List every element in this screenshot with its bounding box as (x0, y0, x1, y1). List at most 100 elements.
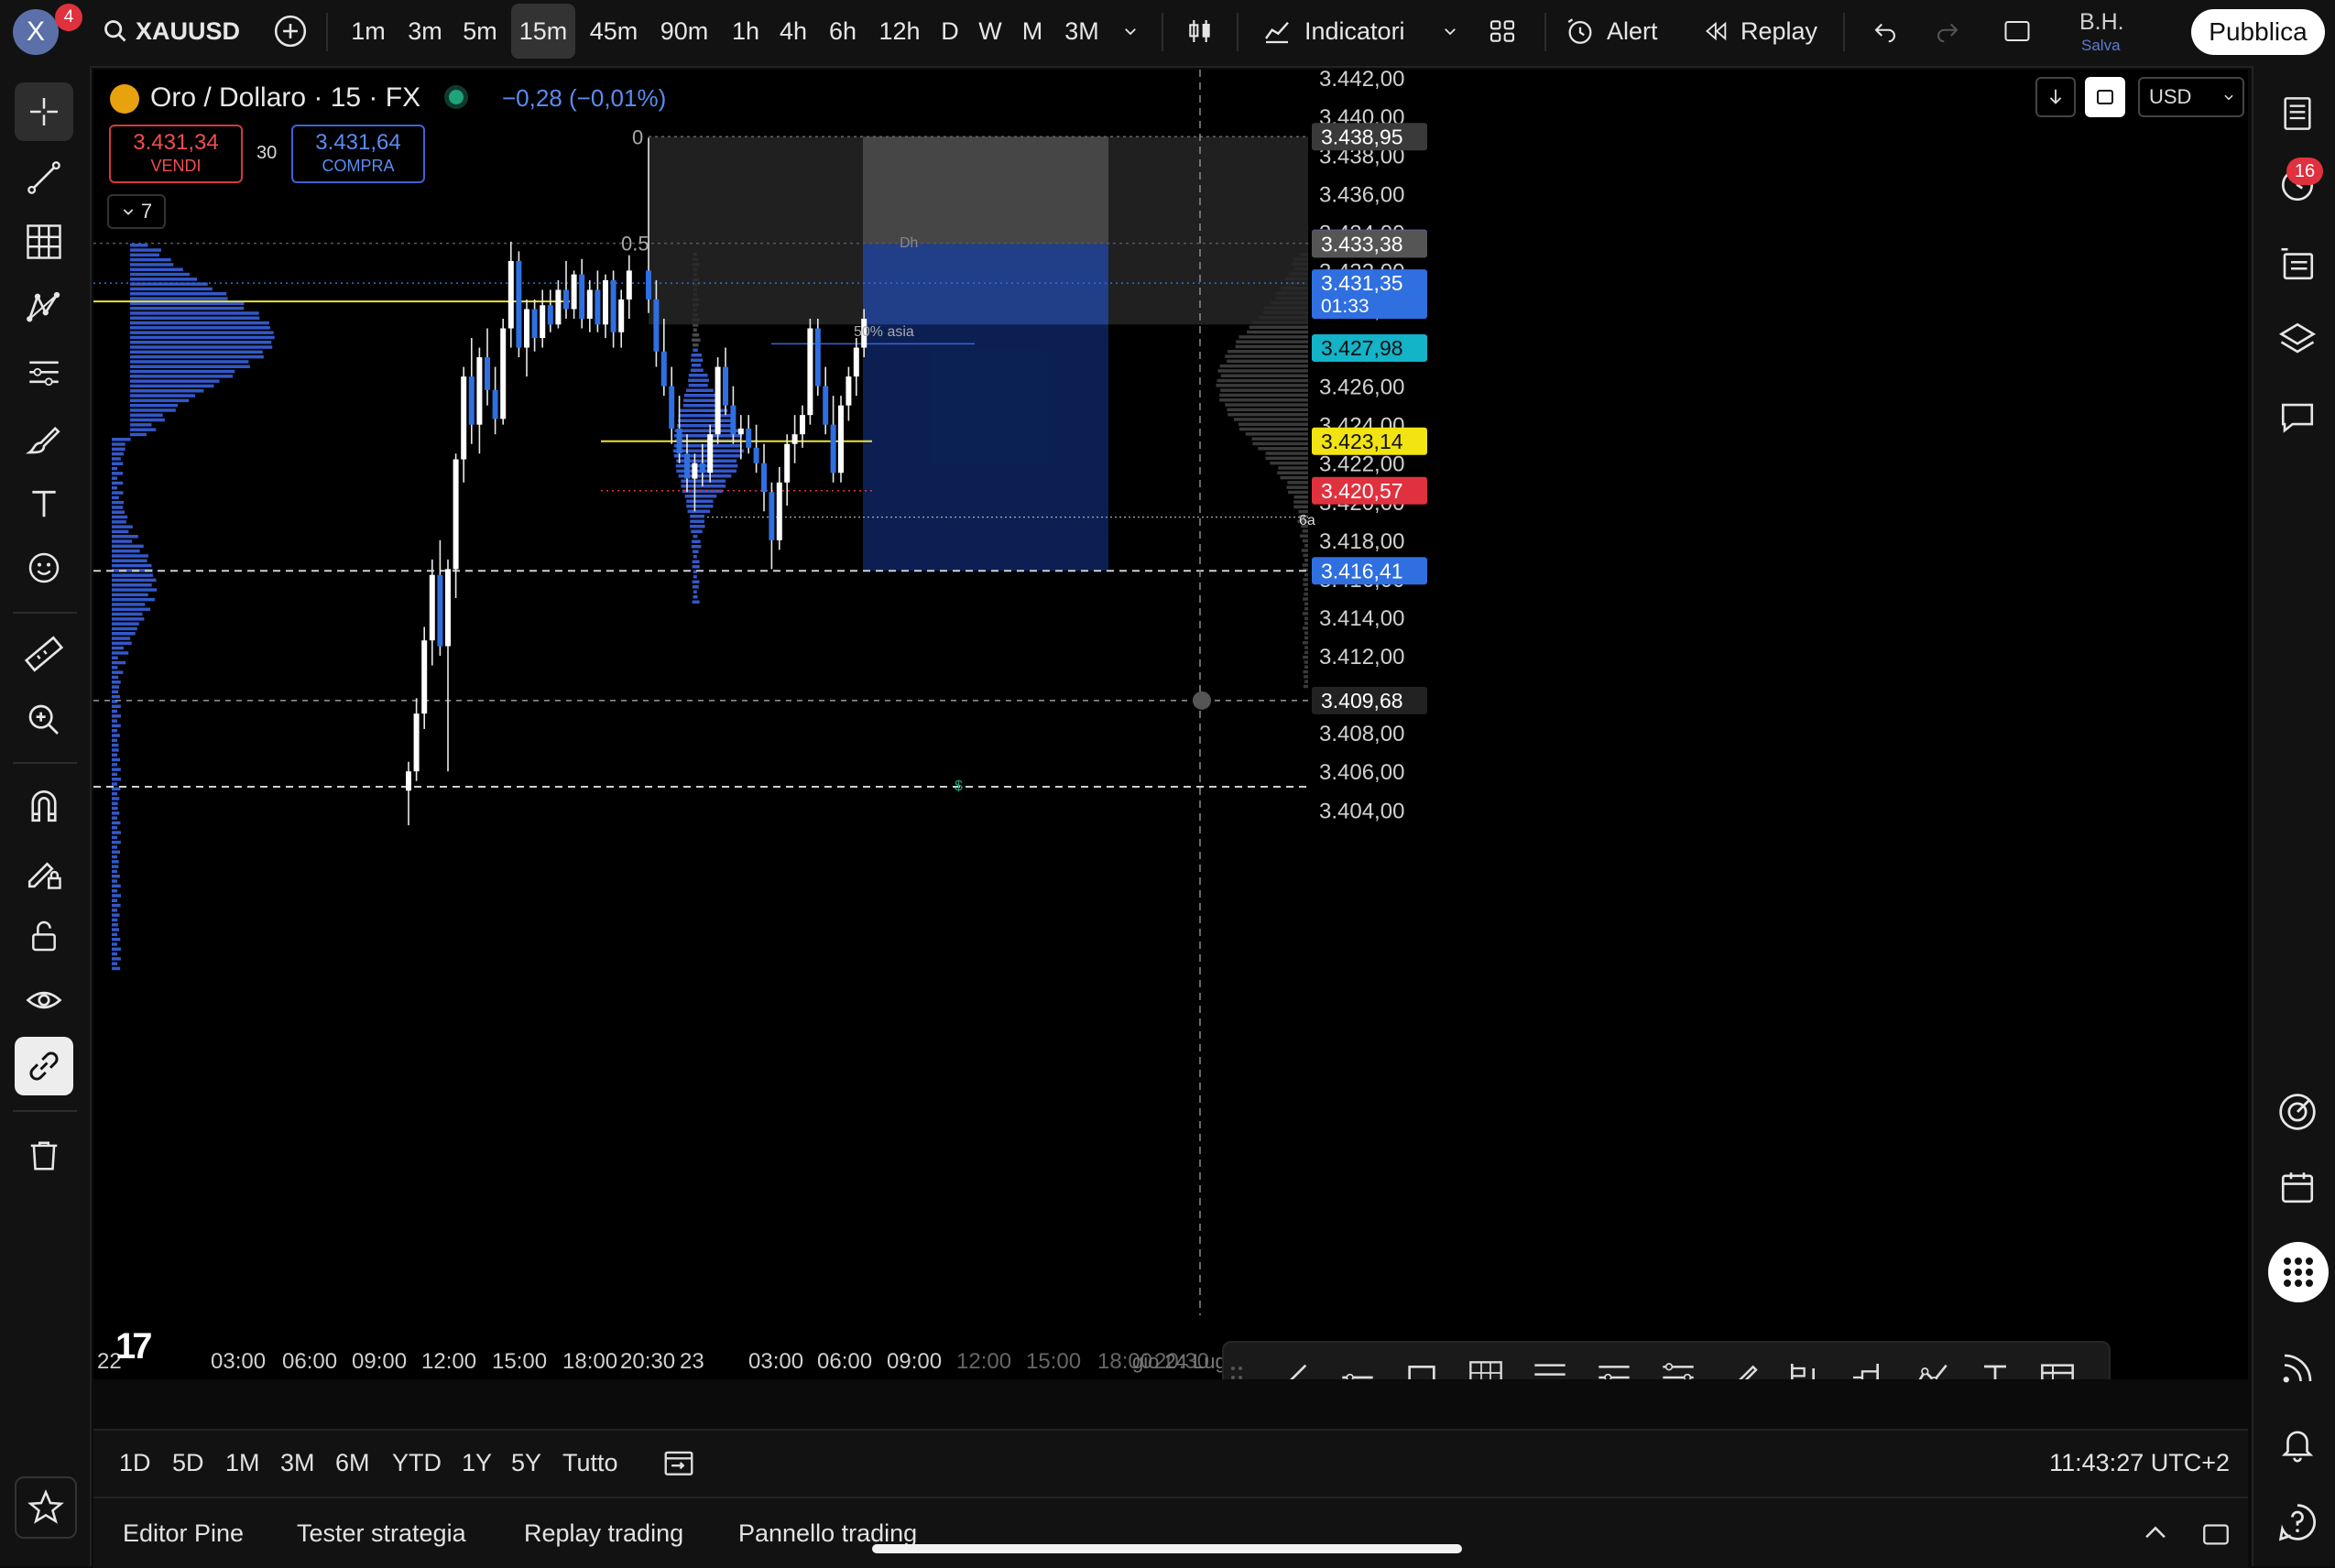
replay-button[interactable]: Replay (1702, 0, 1827, 62)
apps-button[interactable] (2268, 1242, 2329, 1302)
user-initials[interactable]: B.H. (2079, 9, 2124, 36)
timeframe-3m-months[interactable]: 3M (1061, 0, 1103, 62)
chart-canvas[interactable]: 3.442,003.440,003.438,003.436,003.434,00… (93, 70, 2248, 1379)
compare-symbol-button[interactable] (271, 0, 310, 62)
emoji-tool[interactable] (15, 539, 73, 597)
range-1y[interactable]: 1Y (462, 1431, 492, 1495)
timeframe-4h[interactable]: 4h (775, 0, 812, 62)
remove-drawings-tool[interactable] (15, 1127, 73, 1185)
notifications-button[interactable] (2272, 1418, 2323, 1469)
range-ytd[interactable]: YTD (392, 1431, 442, 1495)
text-tool[interactable] (15, 474, 73, 533)
range-1m[interactable]: 1M (225, 1431, 260, 1495)
crosshair-tool[interactable] (15, 82, 73, 141)
rectangle-icon[interactable] (1396, 1352, 1447, 1379)
lock-all-tool[interactable] (15, 907, 73, 965)
layers-button[interactable] (2272, 313, 2323, 365)
pattern-tool[interactable] (15, 278, 73, 337)
scroll-to-latest-button[interactable] (2035, 77, 2076, 117)
timeframe-m[interactable]: M (1019, 0, 1046, 62)
symbol-legend-title[interactable]: Oro / Dollaro · 15 · FX (150, 82, 420, 114)
trend-line-icon[interactable] (1268, 1352, 1319, 1379)
divider (1162, 13, 1163, 51)
short-position-icon[interactable] (1841, 1352, 1893, 1379)
price-chart[interactable]: 3.442,003.440,003.438,003.436,003.434,00… (93, 70, 2248, 1379)
grid-icon[interactable] (1460, 1352, 1511, 1379)
news-feed-button[interactable] (2272, 1343, 2323, 1394)
text-icon[interactable] (1969, 1352, 2021, 1379)
currency-select[interactable]: USD (2138, 77, 2244, 117)
layouts-button[interactable] (1482, 0, 1522, 62)
timeframe-45m[interactable]: 45m (584, 0, 643, 62)
maximize-panel-button[interactable] (2200, 1498, 2231, 1568)
path-icon[interactable] (1905, 1352, 1957, 1379)
long-position-icon[interactable] (1777, 1352, 1828, 1379)
brush-tool[interactable] (15, 410, 73, 469)
help-button[interactable] (2272, 1497, 2323, 1548)
indicators-dropdown[interactable] (1438, 0, 1462, 62)
sync-drawings-tool[interactable] (15, 1037, 73, 1095)
object-tree-button[interactable] (2272, 238, 2323, 289)
sell-button[interactable]: 3.431,34 VENDI (109, 125, 243, 183)
save-status[interactable]: Salva (2081, 37, 2121, 55)
go-to-date-button[interactable] (661, 1431, 696, 1495)
fib-tool[interactable] (15, 212, 73, 271)
chat-button[interactable] (2272, 392, 2323, 443)
range-5d[interactable]: 5D (172, 1431, 204, 1495)
timeframe-12h[interactable]: 12h (874, 0, 925, 62)
timeframe-1m[interactable]: 1m (346, 0, 390, 62)
tab-trading-panel[interactable]: Pannello trading (738, 1498, 917, 1568)
fib-extension-icon[interactable] (1588, 1352, 1640, 1379)
timeframe-3m[interactable]: 3m (403, 0, 447, 62)
chart-type-button[interactable] (1180, 0, 1220, 62)
trend-line-tool[interactable] (15, 148, 73, 207)
tab-pine-editor[interactable]: Editor Pine (123, 1498, 244, 1568)
range-5y[interactable]: 5Y (511, 1431, 541, 1495)
timeframe-w[interactable]: W (977, 0, 1004, 62)
timeframe-90m[interactable]: 90m (654, 0, 715, 62)
fib-retracement-icon[interactable] (1524, 1352, 1576, 1379)
brush-icon[interactable] (1717, 1352, 1768, 1379)
indicators-button[interactable]: Indicatori (1260, 0, 1414, 62)
measure-tool[interactable] (15, 625, 73, 683)
watchlist-button[interactable] (2272, 88, 2323, 139)
tab-strategy-tester[interactable]: Tester strategia (297, 1498, 466, 1568)
horizontal-line-icon[interactable] (1332, 1352, 1383, 1379)
favorites-tool[interactable] (15, 1476, 77, 1539)
indicators-collapse-button[interactable]: 7 (107, 194, 166, 229)
timeframe-15m[interactable]: 15m (511, 4, 575, 59)
timeframe-5m[interactable]: 5m (458, 0, 502, 62)
symbol-search[interactable]: XAUUSD (103, 0, 240, 62)
undo-button[interactable] (1865, 0, 1905, 62)
range-6m[interactable]: 6M (335, 1431, 370, 1495)
range-1d[interactable]: 1D (119, 1431, 151, 1495)
forecasting-tool[interactable] (15, 344, 73, 403)
timeframe-dropdown[interactable] (1118, 0, 1143, 62)
lock-drawing-tool[interactable] (15, 843, 73, 901)
magnet-tool[interactable] (15, 777, 73, 835)
hotlist-button[interactable] (2272, 1086, 2323, 1138)
table-icon[interactable] (2032, 1352, 2083, 1379)
fullscreen-button[interactable] (1997, 0, 2037, 62)
range-3m[interactable]: 3M (280, 1431, 315, 1495)
timezone-clock[interactable]: 11:43:27 UTC+2 (2049, 1431, 2230, 1495)
redo-button[interactable] (1927, 0, 1968, 62)
auto-scale-button[interactable] (2085, 77, 2125, 117)
app-logo[interactable]: X (13, 9, 59, 55)
timeframe-1h[interactable]: 1h (727, 0, 764, 62)
fib-channel-icon[interactable] (1653, 1352, 1704, 1379)
collapse-panel-button[interactable] (2140, 1498, 2171, 1568)
timeframe-6h[interactable]: 6h (824, 0, 861, 62)
alert-button[interactable]: Alert (1565, 0, 1671, 62)
volume-profile-bar (112, 966, 121, 971)
calendar-button[interactable] (2272, 1161, 2323, 1213)
market-status-dot[interactable] (449, 90, 464, 104)
range-all[interactable]: Tutto (562, 1431, 618, 1495)
tab-replay-trading[interactable]: Replay trading (524, 1498, 683, 1568)
zoom-tool[interactable] (15, 691, 73, 749)
publish-button[interactable]: Pubblica (2191, 9, 2325, 55)
drag-handle-icon[interactable] (1228, 1352, 1246, 1379)
buy-button[interactable]: 3.431,64 COMPRA (291, 125, 425, 183)
hide-drawings-tool[interactable] (15, 971, 73, 1029)
timeframe-d[interactable]: D (936, 0, 964, 62)
